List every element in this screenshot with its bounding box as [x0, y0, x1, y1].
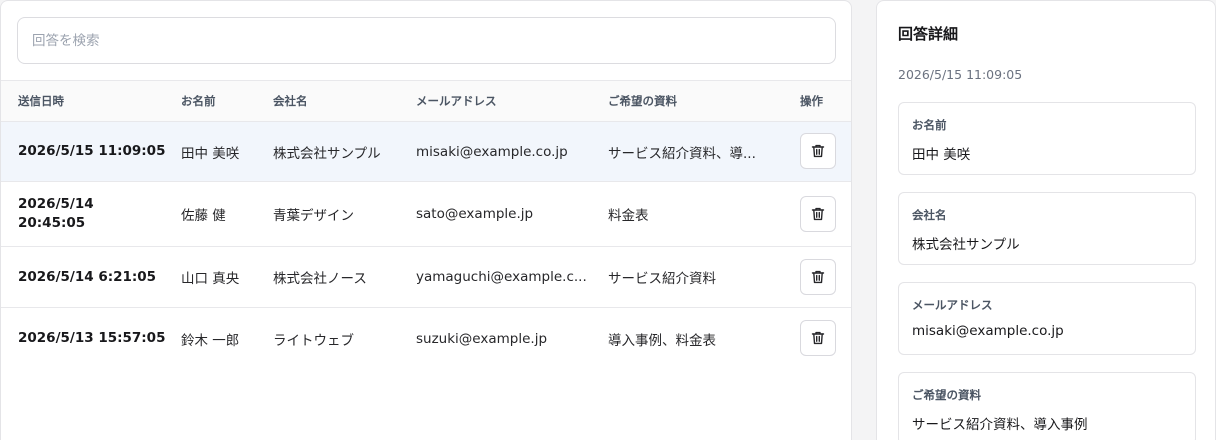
row-name: 田中 美咲: [181, 145, 240, 162]
row-company: ライトウェブ: [273, 332, 354, 349]
row-email: suzuki@example.jp: [416, 330, 548, 347]
table-row[interactable]: 2026/5/15 11:09:05 田中 美咲 株式会社サンプル misaki…: [1, 122, 851, 182]
trash-icon: [811, 270, 825, 284]
table-row[interactable]: 2026/5/14 20:45:05 佐藤 健 青葉デザイン sato@exam…: [1, 182, 851, 247]
delete-button[interactable]: [800, 196, 836, 232]
search-input[interactable]: [17, 17, 836, 64]
column-header-date: 送信日時: [18, 94, 64, 108]
row-date: 2026/5/14 6:21:05: [18, 268, 157, 285]
field-label: メールアドレス: [912, 298, 993, 312]
row-materials: サービス紹介資料: [608, 271, 716, 287]
detail-timestamp: 2026/5/15 11:09:05: [898, 67, 1023, 82]
row-company: 株式会社サンプル: [273, 145, 381, 162]
row-name: 山口 真央: [181, 271, 240, 287]
table-row[interactable]: 2026/5/14 6:21:05 山口 真央 株式会社ノース yamaguch…: [1, 247, 851, 308]
column-header-company: 会社名: [273, 94, 308, 108]
detail-field-name: お名前 田中 美咲: [898, 102, 1196, 175]
row-date: 2026/5/14 20:45:05: [18, 196, 94, 231]
detail-field-materials: ご希望の資料 サービス紹介資料、導入事例: [898, 372, 1196, 440]
field-label: ご希望の資料: [912, 388, 981, 402]
row-name: 佐藤 健: [181, 208, 226, 224]
row-date: 2026/5/15 11:09:05: [18, 143, 166, 159]
column-header-name: お名前: [181, 94, 216, 108]
row-materials: サービス紹介資料、導...: [608, 145, 756, 162]
detail-field-email: メールアドレス misaki@example.co.jp: [898, 282, 1196, 355]
field-label: 会社名: [912, 208, 947, 222]
field-value: 田中 美咲: [912, 147, 971, 163]
row-materials: 料金表: [608, 208, 649, 224]
row-email: misaki@example.co.jp: [416, 143, 568, 160]
field-value: サービス紹介資料、導入事例: [912, 417, 1088, 433]
field-value: 株式会社サンプル: [912, 237, 1020, 253]
trash-icon: [811, 144, 825, 158]
row-materials: 導入事例、料金表: [608, 332, 716, 349]
row-date: 2026/5/13 15:57:05: [18, 330, 166, 346]
column-header-materials: ご希望の資料: [608, 94, 677, 108]
row-name: 鈴木 一郎: [181, 332, 240, 349]
delete-button[interactable]: [800, 259, 836, 295]
delete-button[interactable]: [800, 133, 836, 169]
detail-field-company: 会社名 株式会社サンプル: [898, 192, 1196, 265]
trash-icon: [811, 331, 825, 345]
column-header-email: メールアドレス: [416, 94, 497, 108]
row-company: 青葉デザイン: [273, 208, 354, 224]
response-detail-panel: 回答詳細 2026/5/15 11:09:05 お名前 田中 美咲 会社名 株式…: [876, 0, 1216, 440]
row-email: yamaguchi@example.c...: [416, 269, 587, 285]
trash-icon: [811, 207, 825, 221]
row-email: sato@example.jp: [416, 206, 534, 222]
responses-list-panel: 送信日時 お名前 会社名 メールアドレス ご希望の資料 操作 2026/5/15…: [0, 0, 852, 440]
table-header: 送信日時 お名前 会社名 メールアドレス ご希望の資料 操作: [1, 80, 851, 122]
delete-button[interactable]: [800, 320, 836, 356]
row-company: 株式会社ノース: [273, 271, 367, 287]
table-row[interactable]: 2026/5/13 15:57:05 鈴木 一郎 ライトウェブ suzuki@e…: [1, 308, 851, 369]
field-value: misaki@example.co.jp: [912, 323, 1064, 339]
field-label: お名前: [912, 118, 947, 132]
detail-title: 回答詳細: [898, 25, 959, 43]
column-header-actions: 操作: [800, 94, 823, 108]
